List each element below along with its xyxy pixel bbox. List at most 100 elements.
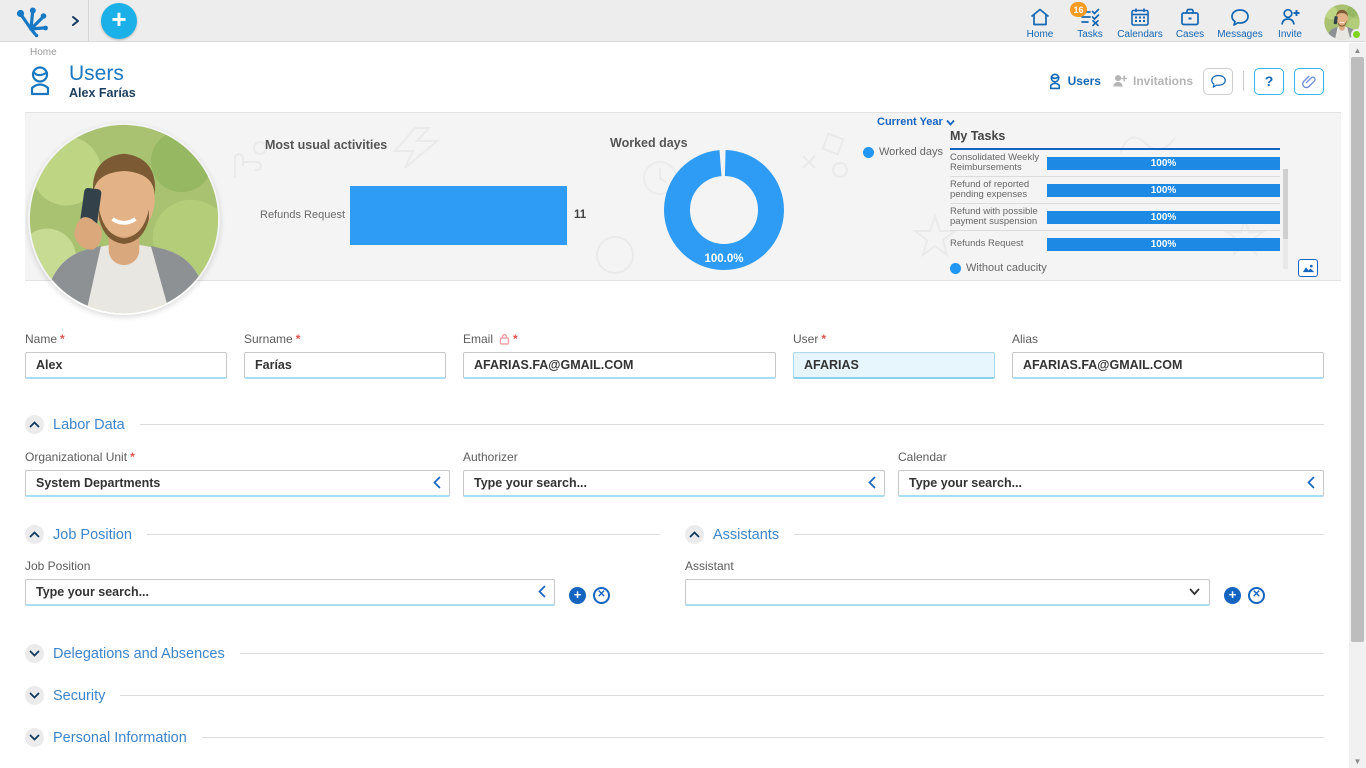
section-security-title: Security (53, 688, 105, 704)
task-progress-bar[interactable]: 100% (1047, 184, 1280, 197)
online-status-dot (1351, 29, 1362, 40)
remove-job-position-button[interactable]: ✕ (593, 587, 610, 604)
section-assistants[interactable]: Assistants (685, 525, 1324, 544)
task-progress-bar[interactable]: 100% (1047, 211, 1280, 224)
user-input[interactable] (793, 352, 995, 379)
job-position-column: Job Position + ✕ (25, 559, 685, 606)
worked-days-legend: Worked days (863, 146, 943, 158)
job-position-actions: + ✕ (569, 584, 610, 606)
tab-invitations[interactable]: Invitations (1111, 73, 1193, 89)
chevron-down-icon (29, 692, 40, 699)
authorizer-search-input[interactable] (463, 470, 885, 497)
email-input[interactable] (463, 352, 776, 379)
collapse-chip[interactable] (685, 525, 704, 544)
collapse-chip[interactable] (25, 525, 44, 544)
collapse-chip[interactable] (25, 728, 44, 747)
section-job-position[interactable]: Job Position (25, 525, 660, 544)
invitations-tab-icon (1111, 73, 1128, 89)
scrollbar-thumb[interactable] (1351, 57, 1364, 642)
section-divider-line (794, 534, 1324, 535)
change-banner-image-button[interactable] (1298, 259, 1318, 277)
name-input[interactable] (25, 352, 227, 379)
collapse-chip[interactable] (25, 686, 44, 705)
section-labor-data[interactable]: Labor Data (25, 415, 1324, 434)
worked-days-donut-chart[interactable]: 100.0% (659, 145, 789, 275)
help-button[interactable]: ? (1254, 68, 1284, 95)
briefcase-icon (1179, 6, 1201, 28)
activities-bar-value: 11 (574, 209, 586, 221)
task-progress-bar[interactable]: 100% (1047, 238, 1280, 251)
period-selector[interactable]: Current Year (877, 116, 955, 128)
job-position-label: Job Position (25, 559, 90, 573)
breadcrumb[interactable]: Home (30, 47, 57, 58)
comment-bubble-icon (1210, 74, 1227, 89)
task-progress-value: 100% (1151, 158, 1177, 169)
assistant-column: Assistant + ✕ (685, 559, 1324, 606)
legend-dot (863, 147, 874, 158)
task-progress-bar[interactable]: 100% (1047, 157, 1280, 170)
assistant-select[interactable] (685, 579, 1210, 606)
scrollbar-up-arrow[interactable]: ▲ (1349, 43, 1366, 57)
job-position-search-input[interactable] (25, 579, 555, 606)
page-subtitle: Alex Farías (69, 86, 136, 100)
calendar-search-input[interactable] (898, 470, 1324, 497)
my-tasks-scrollbar[interactable] (1283, 169, 1288, 269)
doodle-circle-icon (585, 233, 645, 278)
add-job-position-button[interactable]: + (569, 587, 586, 604)
chevron-up-icon (29, 421, 40, 428)
section-divider-line (202, 737, 1324, 738)
comments-button[interactable] (1203, 68, 1233, 95)
nav-item-calendars[interactable]: Calendars (1116, 1, 1164, 40)
surname-input[interactable] (244, 352, 446, 379)
tab-users[interactable]: Users (1047, 73, 1101, 90)
page-scrollbar[interactable]: ▲ ▼ (1349, 43, 1366, 768)
app-logo[interactable] (0, 0, 62, 42)
task-label: Consolidated Weekly Reimbursements (950, 153, 1047, 174)
my-tasks-scrollbar-thumb[interactable] (1283, 169, 1288, 239)
job-position-field-group: Job Position (25, 559, 555, 606)
alias-input[interactable] (1012, 352, 1324, 379)
org-unit-input[interactable] (25, 470, 450, 497)
task-progress-value: 100% (1151, 212, 1177, 223)
paperclip-icon (1301, 73, 1317, 90)
section-personal-information[interactable]: Personal Information (25, 728, 1324, 747)
assistant-label: Assistant (685, 559, 734, 573)
activities-bar[interactable] (350, 186, 567, 245)
my-tasks-legend-label: Without caducity (966, 262, 1047, 274)
section-delegations-absences[interactable]: Delegations and Absences (25, 644, 1324, 663)
nav-item-home[interactable]: Home (1016, 1, 1064, 40)
nav-label-cases: Cases (1176, 29, 1204, 40)
tab-users-label: Users (1068, 74, 1101, 88)
collapse-chip[interactable] (25, 415, 44, 434)
add-assistant-button[interactable]: + (1224, 587, 1241, 604)
collapse-chip[interactable] (25, 644, 44, 663)
name-field-group: Name* (25, 332, 227, 379)
scrollbar-down-arrow[interactable]: ▼ (1349, 754, 1366, 768)
legend-dot (950, 263, 961, 274)
sidebar-expand-chevron-icon[interactable] (62, 15, 88, 27)
period-selector-label: Current Year (877, 116, 943, 128)
doodle-shapes-icon (795, 128, 855, 183)
task-label: Refund of reported pending expenses (950, 180, 1047, 201)
page-title-block: Users Alex Farías (69, 62, 136, 100)
users-page-icon (25, 65, 55, 97)
authorizer-label: Authorizer (463, 450, 518, 464)
profile-photo[interactable] (28, 123, 220, 315)
nav-item-tasks[interactable]: 16 Tasks (1066, 1, 1114, 40)
chevron-down-icon (946, 119, 955, 126)
attachments-button[interactable] (1294, 68, 1324, 95)
user-avatar[interactable] (1324, 4, 1360, 40)
section-divider-line (140, 424, 1324, 425)
section-security[interactable]: Security (25, 686, 1324, 705)
add-button[interactable]: + (101, 3, 137, 39)
remove-assistant-button[interactable]: ✕ (1248, 587, 1265, 604)
section-divider-line (120, 695, 1324, 696)
nav-item-cases[interactable]: Cases (1166, 1, 1214, 40)
task-row: Refund with possible payment suspension … (950, 204, 1280, 231)
nav-label-messages: Messages (1217, 29, 1263, 40)
header-actions: Users Invitations ? (1047, 68, 1324, 95)
user-form-row: Name* Surname* Email * User* Alias (25, 332, 1324, 379)
task-row: Refunds Request 100% (950, 231, 1280, 258)
nav-item-invite[interactable]: Invite (1266, 1, 1314, 40)
nav-item-messages[interactable]: Messages (1216, 1, 1264, 40)
